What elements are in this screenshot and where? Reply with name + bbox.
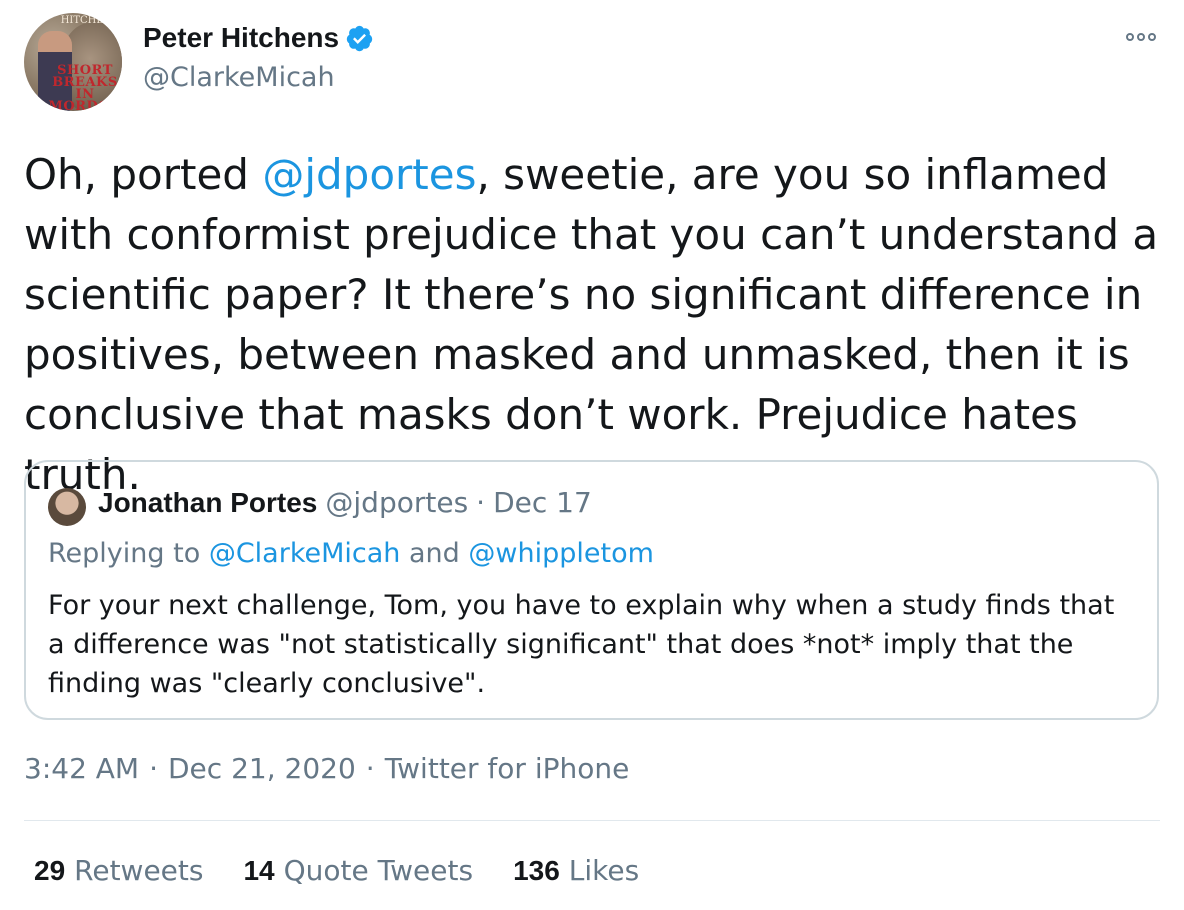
retweets-stat[interactable]: 29 Retweets	[34, 854, 203, 887]
tweet-stats: 29 Retweets 14 Quote Tweets 136 Likes	[34, 854, 639, 887]
tweet-text-body: , sweetie, are you so inflamed with conf…	[24, 150, 1159, 499]
author-display-name[interactable]: Peter Hitchens	[143, 22, 339, 54]
author-handle[interactable]: @ClarkeMicah	[143, 62, 335, 93]
avatar-cover-top-text: HITCHENS	[60, 15, 120, 26]
author-name-row[interactable]: Peter Hitchens	[143, 22, 374, 54]
retweets-label: Retweets	[74, 854, 204, 887]
quoted-tweet-card[interactable]: Jonathan Portes @jdportes · Dec 17 Reply…	[24, 460, 1159, 720]
quoted-author-handle: @jdportes	[325, 486, 469, 519]
quoted-tweet-text: For your next challenge, Tom, you have t…	[48, 590, 1115, 699]
replying-label: Replying to	[48, 538, 201, 569]
quoted-author-name[interactable]: Jonathan Portes	[98, 487, 317, 519]
verified-badge-icon	[346, 25, 373, 51]
author-avatar[interactable]: HITCHENS SHORT BREAKS IN MORDOR	[24, 13, 122, 111]
quoted-separator: ·	[476, 486, 486, 519]
tweet-text-prefix: Oh, ported	[24, 150, 263, 199]
replying-and: and	[409, 538, 460, 569]
quoted-author-avatar[interactable]	[48, 488, 86, 526]
tweet-date[interactable]: Dec 21, 2020	[168, 752, 356, 785]
tweet-metadata: 3:42 AM · Dec 21, 2020 · Twitter for iPh…	[24, 752, 629, 785]
retweets-count: 29	[34, 855, 66, 886]
likes-count: 136	[513, 855, 560, 886]
likes-label: Likes	[568, 854, 640, 887]
replying-mention-1[interactable]: @ClarkeMicah	[209, 538, 401, 569]
mention-link[interactable]: @jdportes	[262, 150, 476, 199]
quote-tweets-stat[interactable]: 14 Quote Tweets	[243, 854, 473, 887]
replying-mention-2[interactable]: @whippletom	[468, 538, 654, 569]
quote-tweets-count: 14	[243, 855, 275, 886]
meta-separator: ·	[365, 752, 375, 785]
tweet-source[interactable]: Twitter for iPhone	[385, 752, 630, 785]
tweet-text: Oh, ported @jdportes, sweetie, are you s…	[24, 145, 1164, 505]
divider	[24, 820, 1160, 821]
tweet-time[interactable]: 3:42 AM	[24, 752, 139, 785]
quoted-replying-to: Replying to @ClarkeMicah and @whippletom	[48, 538, 654, 569]
quoted-tweet-header: Jonathan Portes @jdportes · Dec 17	[98, 486, 592, 519]
quoted-date[interactable]: Dec 17	[493, 486, 592, 519]
quote-tweets-label: Quote Tweets	[283, 854, 474, 887]
meta-separator: ·	[149, 752, 158, 785]
likes-stat[interactable]: 136 Likes	[513, 854, 639, 887]
avatar-cover-text: SHORT BREAKS IN MORDOR	[48, 63, 122, 111]
more-options-icon[interactable]	[1124, 28, 1158, 46]
